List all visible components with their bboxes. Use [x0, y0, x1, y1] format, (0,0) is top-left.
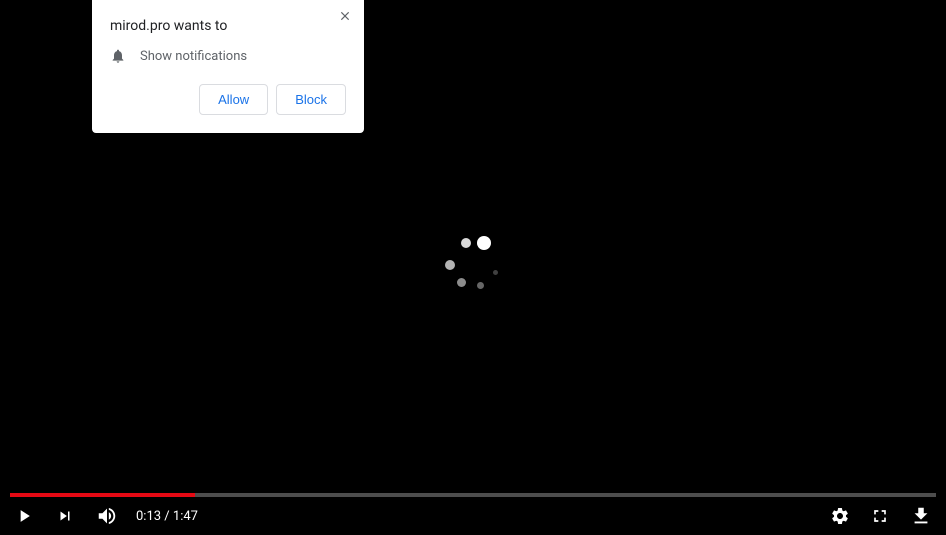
volume-button[interactable]: [96, 505, 118, 527]
video-controls: 0:13 / 1:47: [0, 497, 946, 535]
block-button[interactable]: Block: [276, 84, 346, 115]
download-button[interactable]: [910, 505, 932, 527]
dialog-buttons: Allow Block: [110, 84, 346, 115]
dialog-permission-row: Show notifications: [110, 48, 346, 64]
settings-button[interactable]: [830, 506, 850, 526]
dialog-subtitle: Show notifications: [140, 49, 247, 64]
fullscreen-button[interactable]: [870, 506, 890, 526]
next-button[interactable]: [56, 507, 74, 525]
play-button[interactable]: [14, 505, 34, 527]
duration: 1:47: [173, 509, 198, 524]
loading-spinner: [443, 232, 503, 292]
allow-button[interactable]: Allow: [199, 84, 268, 115]
time-separator: /: [161, 509, 173, 524]
close-icon[interactable]: [338, 8, 354, 24]
notification-permission-dialog: mirod.pro wants to Show notifications Al…: [92, 0, 364, 133]
current-time: 0:13: [136, 509, 161, 524]
time-display: 0:13 / 1:47: [136, 509, 198, 524]
dialog-title: mirod.pro wants to: [110, 18, 346, 34]
bell-icon: [110, 48, 126, 64]
